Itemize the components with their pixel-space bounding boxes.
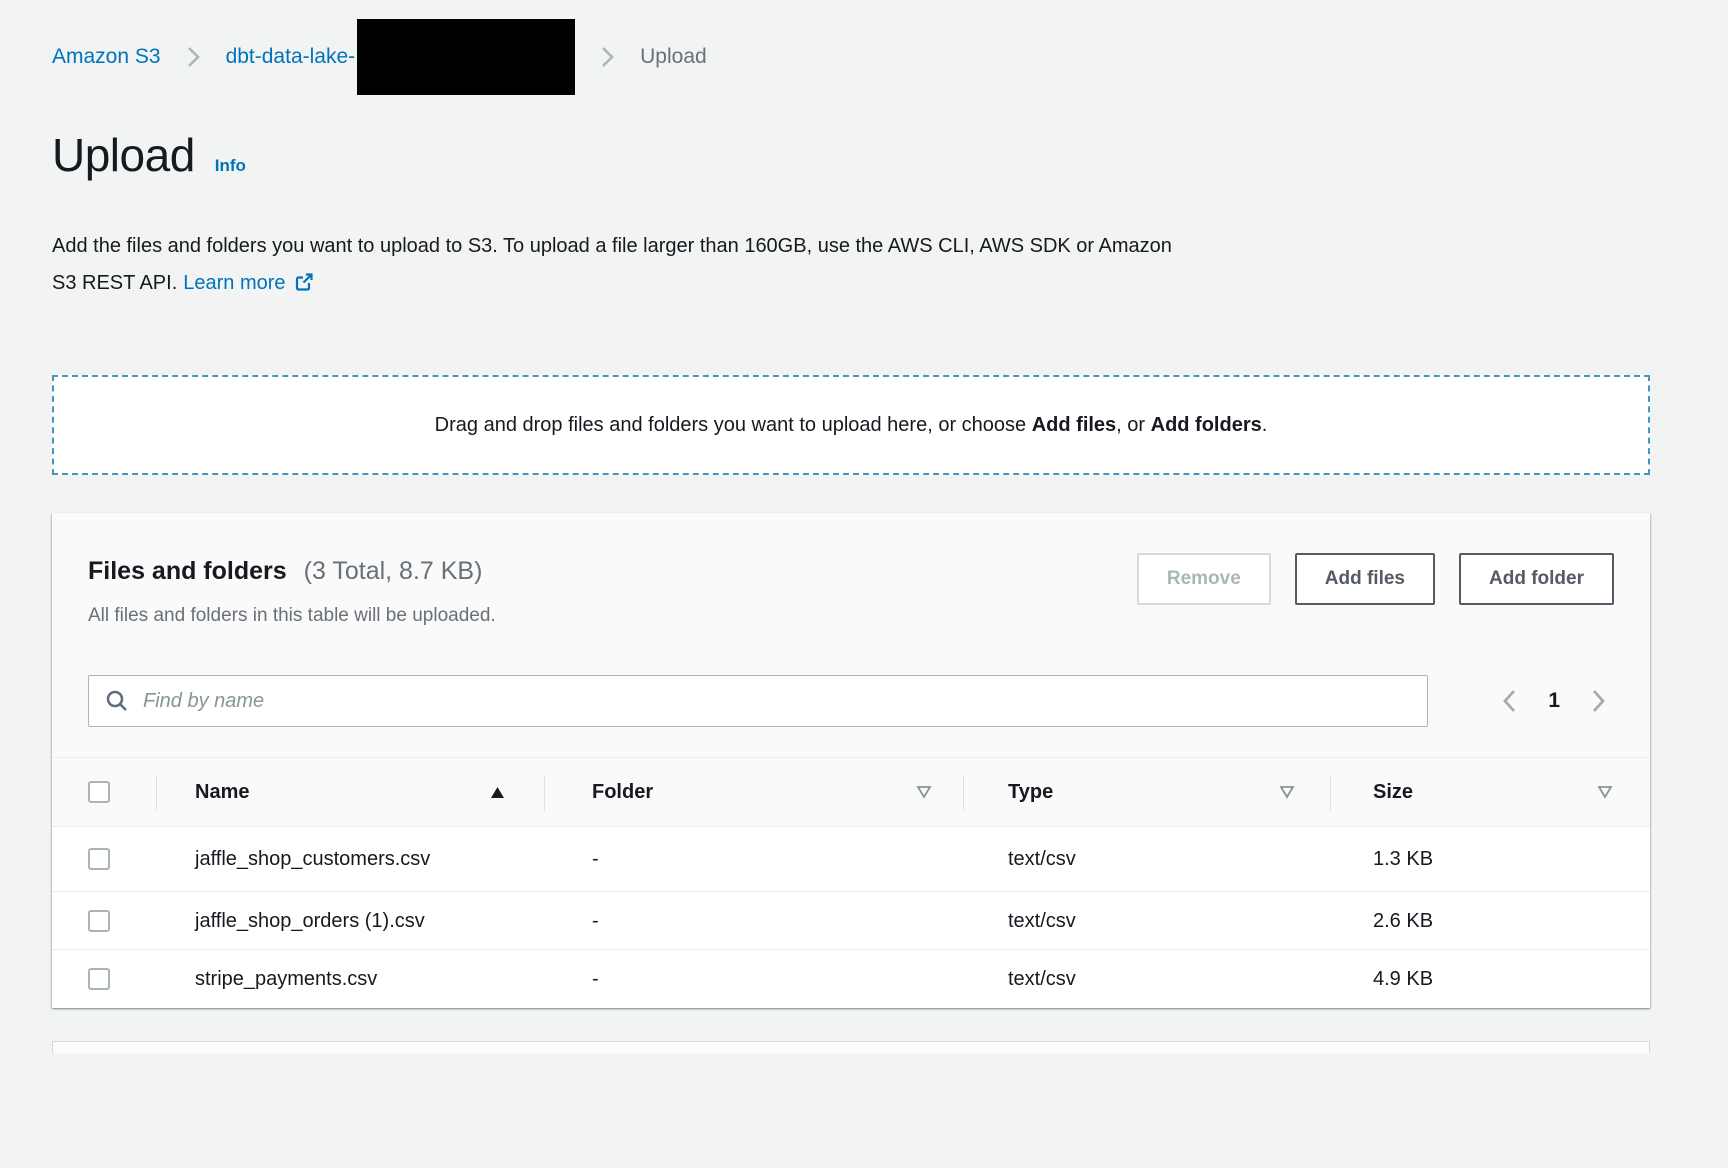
sort-none-icon[interactable] xyxy=(916,785,932,799)
row-checkbox[interactable] xyxy=(88,968,110,990)
breadcrumb: Amazon S3 dbt-data-lake- Upload xyxy=(52,40,1650,74)
breadcrumb-bucket[interactable]: dbt-data-lake- xyxy=(226,45,356,69)
add-files-button[interactable]: Add files xyxy=(1295,553,1435,605)
select-all-checkbox[interactable] xyxy=(88,781,110,803)
select-all-cell xyxy=(52,781,156,803)
info-link[interactable]: Info xyxy=(215,156,246,176)
file-name: jaffle_shop_customers.csv xyxy=(195,848,430,870)
chevron-right-icon xyxy=(601,46,614,68)
remove-button[interactable]: Remove xyxy=(1137,553,1271,605)
column-label-name: Name xyxy=(195,781,249,804)
files-panel: Files and folders (3 Total, 8.7 KB) All … xyxy=(52,513,1650,1008)
file-type: text/csv xyxy=(963,903,1330,939)
file-folder: - xyxy=(544,961,963,997)
column-header-size[interactable]: Size xyxy=(1330,758,1650,826)
next-page-icon[interactable] xyxy=(1592,689,1606,713)
row-checkbox[interactable] xyxy=(88,848,110,870)
file-type: text/csv xyxy=(963,841,1330,877)
previous-page-icon[interactable] xyxy=(1502,689,1516,713)
next-panel-edge xyxy=(52,1041,1650,1053)
breadcrumb-amazon-s3[interactable]: Amazon S3 xyxy=(52,45,161,69)
chevron-right-icon xyxy=(187,46,200,68)
sort-none-icon[interactable] xyxy=(1597,785,1613,799)
file-name: stripe_payments.csv xyxy=(195,968,377,990)
dropzone-text: Drag and drop files and folders you want… xyxy=(435,414,1268,437)
file-size: 2.6 KB xyxy=(1330,903,1650,939)
sort-ascending-icon[interactable] xyxy=(490,786,505,799)
pagination: 1 xyxy=(1502,689,1614,713)
breadcrumb-upload: Upload xyxy=(640,45,707,69)
intro-paragraph: Add the files and folders you want to up… xyxy=(52,228,1650,305)
table-header-row: Name Folder Type xyxy=(52,757,1650,827)
learn-more-link[interactable]: Learn more xyxy=(183,272,285,294)
panel-title: Files and folders xyxy=(88,557,287,585)
column-label-folder: Folder xyxy=(592,781,653,804)
file-type: text/csv xyxy=(963,961,1330,997)
column-header-folder[interactable]: Folder xyxy=(544,758,963,826)
file-size: 1.3 KB xyxy=(1330,841,1650,877)
table-row[interactable]: jaffle_shop_orders (1).csv - text/csv 2.… xyxy=(52,892,1650,950)
column-header-name[interactable]: Name xyxy=(156,758,544,826)
external-link-icon xyxy=(294,268,314,305)
intro-line2: S3 REST API. xyxy=(52,272,177,294)
sort-none-icon[interactable] xyxy=(1279,785,1295,799)
current-page-number[interactable]: 1 xyxy=(1548,689,1560,713)
search-input[interactable]: Find by name xyxy=(88,675,1428,727)
file-folder: - xyxy=(544,841,963,877)
add-folder-button[interactable]: Add folder xyxy=(1459,553,1614,605)
column-header-type[interactable]: Type xyxy=(963,758,1330,826)
file-name: jaffle_shop_orders (1).csv xyxy=(195,910,425,932)
row-checkbox[interactable] xyxy=(88,910,110,932)
panel-subtitle: All files and folders in this table will… xyxy=(88,603,496,629)
intro-line1: Add the files and folders you want to up… xyxy=(52,228,1650,265)
column-label-size: Size xyxy=(1373,781,1413,804)
file-folder: - xyxy=(544,903,963,939)
redaction-box xyxy=(357,19,575,95)
column-label-type: Type xyxy=(1008,781,1053,804)
files-table: Name Folder Type xyxy=(52,757,1650,1008)
page-title: Upload xyxy=(52,128,195,182)
drag-drop-zone[interactable]: Drag and drop files and folders you want… xyxy=(52,375,1650,475)
table-row[interactable]: stripe_payments.csv - text/csv 4.9 KB xyxy=(52,950,1650,1008)
search-icon xyxy=(105,689,129,713)
table-row[interactable]: jaffle_shop_customers.csv - text/csv 1.3… xyxy=(52,827,1650,892)
file-size: 4.9 KB xyxy=(1330,961,1650,997)
panel-count: (3 Total, 8.7 KB) xyxy=(304,557,483,585)
search-placeholder: Find by name xyxy=(143,690,264,713)
